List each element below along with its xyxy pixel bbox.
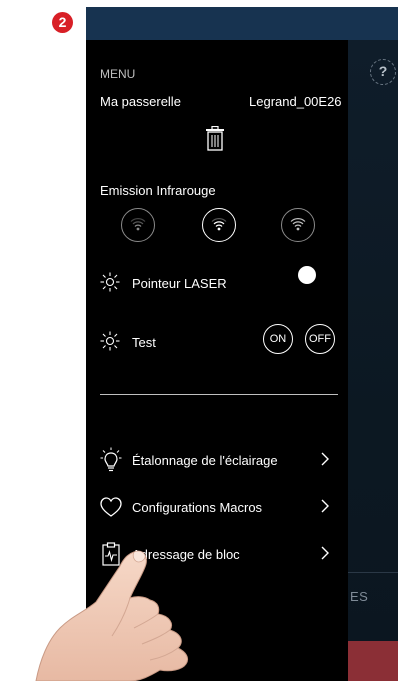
- menu-item-lighting-calibration[interactable]: Étalonnage de l'éclairage: [86, 443, 348, 477]
- laser-pointer-label: Pointeur LASER: [132, 276, 227, 291]
- tapping-hand-illustration: [35, 550, 189, 681]
- heart-icon: [100, 497, 122, 517]
- menu-item-label: Étalonnage de l'éclairage: [132, 453, 278, 468]
- ir-level-high-button[interactable]: [281, 208, 315, 242]
- step-number-badge: 2: [52, 12, 73, 33]
- test-on-button[interactable]: ON: [263, 324, 293, 354]
- laser-toggle[interactable]: [298, 266, 316, 284]
- chevron-right-icon: [321, 546, 329, 560]
- ir-section-label: Emission Infrarouge: [100, 183, 216, 198]
- chevron-right-icon: [321, 499, 329, 513]
- gateway-label: Ma passerelle: [100, 94, 181, 109]
- background-app: [348, 40, 398, 681]
- ir-level-low-button[interactable]: [121, 208, 155, 242]
- background-divider: [348, 572, 398, 573]
- background-tab-label[interactable]: ES: [350, 589, 368, 604]
- test-off-button[interactable]: OFF: [305, 324, 335, 354]
- background-action-button[interactable]: [348, 641, 398, 681]
- menu-header: MENU: [100, 67, 136, 81]
- wifi-low-icon: [130, 218, 146, 231]
- test-sun-icon: [100, 331, 120, 351]
- menu-divider: [100, 394, 338, 395]
- help-icon[interactable]: ?: [370, 59, 396, 85]
- gateway-value[interactable]: Legrand_00E26: [249, 94, 342, 109]
- test-label: Test: [132, 335, 156, 350]
- menu-item-macro-configurations[interactable]: Configurations Macros: [86, 490, 348, 524]
- laser-sun-icon: [100, 272, 120, 292]
- wifi-medium-icon: [211, 218, 227, 231]
- chevron-right-icon: [321, 452, 329, 466]
- status-bar: [86, 7, 398, 40]
- ir-level-medium-button[interactable]: [202, 208, 236, 242]
- lightbulb-icon: [100, 447, 122, 472]
- menu-item-label: Configurations Macros: [132, 500, 263, 515]
- wifi-high-icon: [290, 218, 306, 231]
- trash-icon[interactable]: [204, 126, 226, 152]
